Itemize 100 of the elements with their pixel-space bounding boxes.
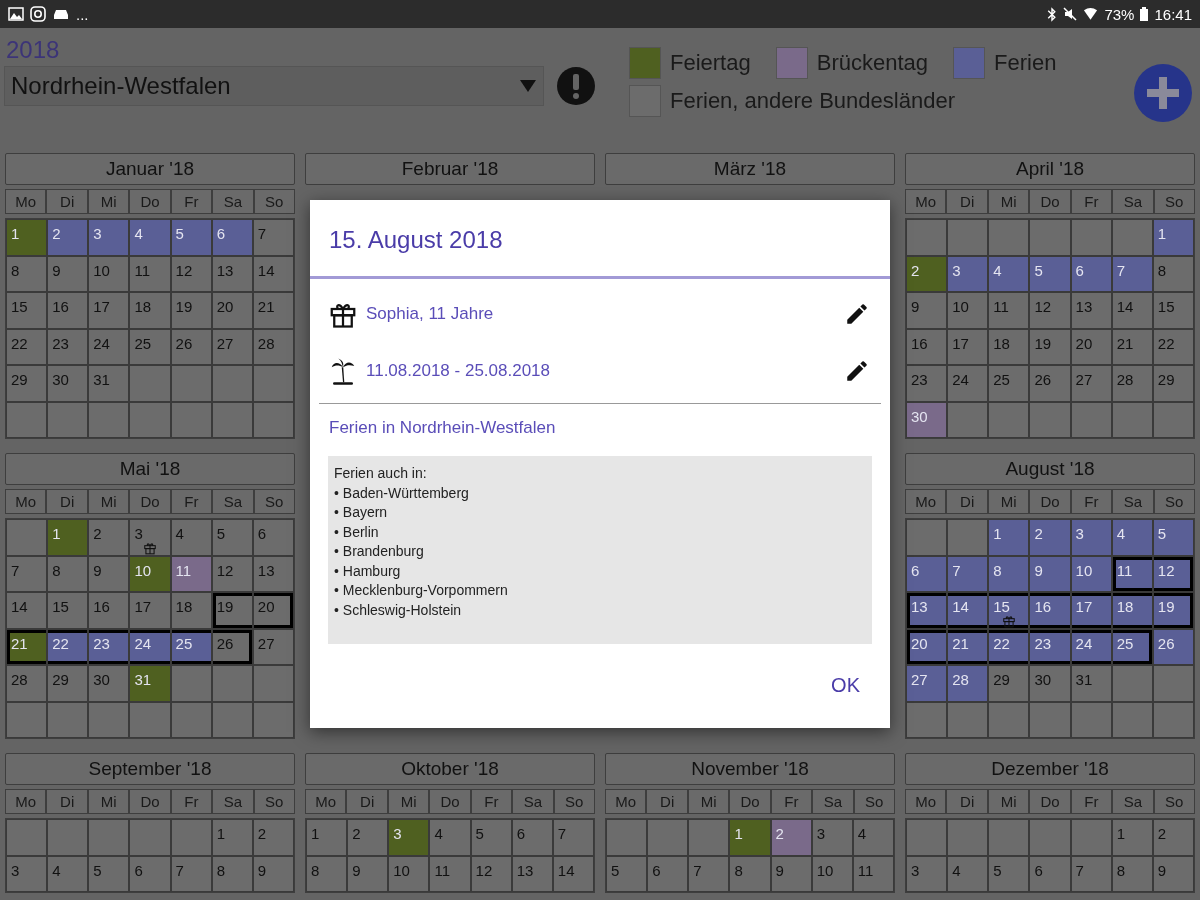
day-cell[interactable]: 25 — [1111, 628, 1153, 665]
day-cell[interactable]: 25 — [170, 628, 212, 665]
day-cell[interactable]: 26 — [211, 628, 253, 665]
day-cell[interactable]: 10 — [1070, 555, 1112, 592]
day-cell[interactable]: 7 — [170, 855, 212, 892]
day-cell[interactable]: 3 — [1070, 519, 1112, 556]
day-cell[interactable]: 15 — [1152, 292, 1194, 329]
day-cell[interactable]: 14 — [6, 592, 48, 629]
day-cell[interactable]: 11 — [1111, 555, 1153, 592]
day-cell[interactable]: 27 — [906, 665, 948, 702]
warning-icon[interactable] — [556, 66, 596, 106]
day-cell[interactable]: 8 — [47, 555, 89, 592]
day-cell[interactable]: 6 — [906, 555, 948, 592]
day-cell[interactable]: 1 — [306, 819, 348, 856]
day-cell[interactable]: 29 — [988, 665, 1030, 702]
day-cell[interactable]: 21 — [947, 628, 989, 665]
day-cell[interactable]: 31 — [1070, 665, 1112, 702]
day-cell[interactable]: 21 — [1111, 328, 1153, 365]
day-cell[interactable]: 1 — [47, 519, 89, 556]
day-cell[interactable]: 20 — [1070, 328, 1112, 365]
day-cell[interactable]: 5 — [170, 219, 212, 256]
day-cell[interactable]: 17 — [88, 292, 130, 329]
day-cell[interactable]: 8 — [1111, 855, 1153, 892]
day-cell[interactable]: 13 — [906, 592, 948, 629]
day-cell[interactable]: 6 — [1029, 855, 1071, 892]
day-cell[interactable]: 24 — [129, 628, 171, 665]
day-cell[interactable]: 24 — [88, 328, 130, 365]
day-cell[interactable]: 24 — [947, 365, 989, 402]
day-cell[interactable]: 17 — [129, 592, 171, 629]
day-cell[interactable]: 1 — [729, 819, 771, 856]
day-cell[interactable]: 10 — [129, 555, 171, 592]
day-cell[interactable]: 9 — [88, 555, 130, 592]
day-cell[interactable]: 15 — [47, 592, 89, 629]
day-cell[interactable]: 6 — [647, 855, 689, 892]
day-cell[interactable]: 29 — [6, 365, 48, 402]
day-cell[interactable]: 2 — [47, 219, 89, 256]
day-cell[interactable]: 5 — [606, 855, 648, 892]
day-cell[interactable]: 30 — [1029, 665, 1071, 702]
day-cell[interactable]: 5 — [211, 519, 253, 556]
day-cell[interactable]: 28 — [252, 328, 294, 365]
day-cell[interactable]: 12 — [1152, 555, 1194, 592]
day-cell[interactable]: 4 — [1111, 519, 1153, 556]
day-cell[interactable]: 27 — [1070, 365, 1112, 402]
day-cell[interactable]: 22 — [988, 628, 1030, 665]
day-cell[interactable]: 4 — [852, 819, 894, 856]
day-cell[interactable]: 19 — [211, 592, 253, 629]
day-cell[interactable]: 1 — [988, 519, 1030, 556]
day-cell[interactable]: 13 — [211, 255, 253, 292]
day-cell[interactable]: 14 — [252, 255, 294, 292]
day-cell[interactable]: 17 — [947, 328, 989, 365]
entry-text[interactable]: 11.08.2018 - 25.08.2018 — [366, 360, 834, 381]
day-cell[interactable]: 2 — [1152, 819, 1194, 856]
day-cell[interactable]: 4 — [170, 519, 212, 556]
day-cell[interactable]: 2 — [347, 819, 389, 856]
day-cell[interactable]: 19 — [1152, 592, 1194, 629]
day-cell[interactable]: 19 — [170, 292, 212, 329]
day-cell[interactable]: 3 — [906, 855, 948, 892]
day-cell[interactable]: 26 — [1152, 628, 1194, 665]
day-cell[interactable]: 28 — [1111, 365, 1153, 402]
day-cell[interactable]: 25 — [129, 328, 171, 365]
day-cell[interactable]: 7 — [947, 555, 989, 592]
day-cell[interactable]: 7 — [688, 855, 730, 892]
day-cell[interactable]: 25 — [988, 365, 1030, 402]
day-cell[interactable]: 20 — [211, 292, 253, 329]
day-cell[interactable]: 12 — [470, 855, 512, 892]
region-dropdown[interactable]: Nordrhein-Westfalen — [4, 66, 544, 106]
day-cell[interactable]: 1 — [6, 219, 48, 256]
day-cell[interactable]: 15 — [6, 292, 48, 329]
entry-text[interactable]: Sophia, 11 Jahre — [366, 303, 834, 324]
day-cell[interactable]: 4 — [129, 219, 171, 256]
day-cell[interactable]: 8 — [1152, 255, 1194, 292]
day-cell[interactable]: 30 — [88, 665, 130, 702]
day-cell[interactable]: 3 — [6, 855, 48, 892]
day-cell[interactable]: 10 — [947, 292, 989, 329]
day-cell[interactable]: 18 — [170, 592, 212, 629]
day-cell[interactable]: 23 — [88, 628, 130, 665]
day-cell[interactable]: 9 — [770, 855, 812, 892]
day-cell[interactable]: 19 — [1029, 328, 1071, 365]
day-cell[interactable]: 21 — [252, 292, 294, 329]
day-cell[interactable]: 9 — [252, 855, 294, 892]
day-cell[interactable]: 27 — [252, 628, 294, 665]
day-cell[interactable]: 17 — [1070, 592, 1112, 629]
day-cell[interactable]: 11 — [988, 292, 1030, 329]
day-cell[interactable]: 6 — [211, 219, 253, 256]
day-cell[interactable]: 28 — [6, 665, 48, 702]
day-cell[interactable]: 4 — [988, 255, 1030, 292]
day-cell[interactable]: 14 — [947, 592, 989, 629]
day-cell[interactable]: 6 — [1070, 255, 1112, 292]
day-cell[interactable]: 16 — [906, 328, 948, 365]
day-cell[interactable]: 31 — [129, 665, 171, 702]
day-cell[interactable]: 29 — [1152, 365, 1194, 402]
day-cell[interactable]: 14 — [552, 855, 594, 892]
day-cell[interactable]: 20 — [906, 628, 948, 665]
ok-button[interactable]: OK — [823, 670, 868, 701]
day-cell[interactable]: 4 — [429, 819, 471, 856]
day-cell[interactable]: 2 — [252, 819, 294, 856]
day-cell[interactable]: 1 — [1152, 219, 1194, 256]
day-cell[interactable]: 11 — [852, 855, 894, 892]
day-cell[interactable]: 1 — [211, 819, 253, 856]
day-cell[interactable]: 8 — [211, 855, 253, 892]
